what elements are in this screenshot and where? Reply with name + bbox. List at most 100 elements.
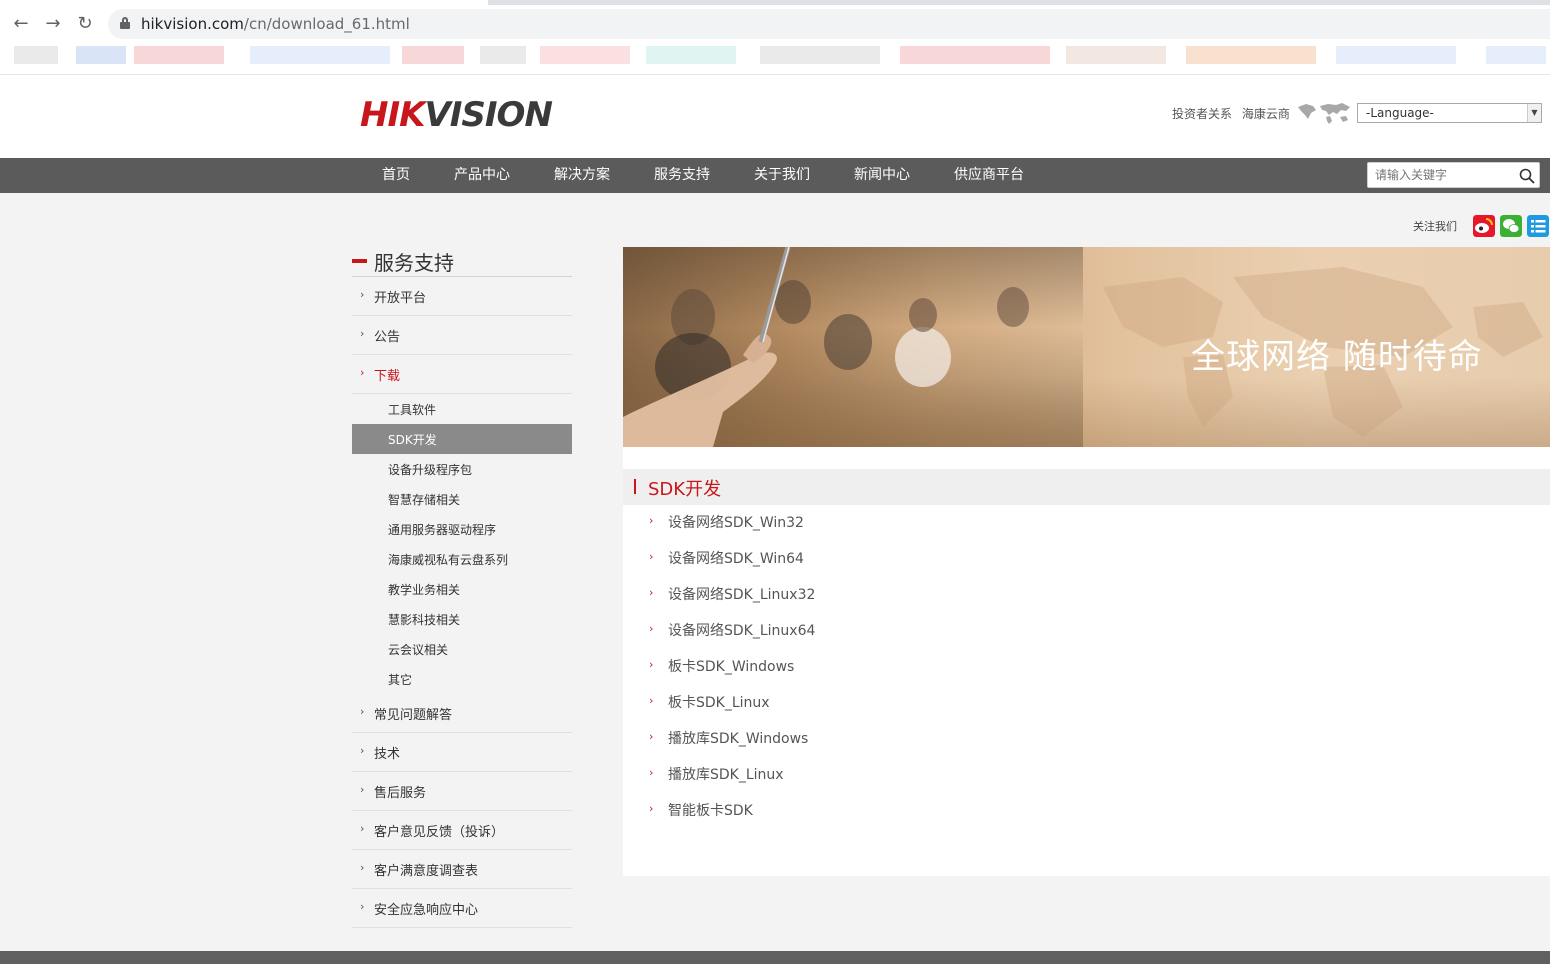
list-icon[interactable]: [1527, 215, 1549, 237]
sidebar-subitem-cloud-meeting[interactable]: 云会议相关: [352, 634, 572, 664]
sidebar-subitem-education[interactable]: 教学业务相关: [352, 574, 572, 604]
sidebar-subitem-other[interactable]: 其它: [352, 664, 572, 694]
chevron-down-icon[interactable]: ▼: [1527, 104, 1541, 122]
language-select[interactable]: -Language- ▼: [1357, 103, 1542, 123]
download-item[interactable]: › 设备网络SDK_Linux64: [623, 618, 1223, 644]
download-item[interactable]: › 设备网络SDK_Win64: [623, 546, 1223, 572]
url-text[interactable]: hikvision.com/cn/download_61.html: [141, 15, 410, 33]
sidebar-item-satisfaction-survey[interactable]: › 客户满意度调查表: [352, 850, 572, 889]
wechat-icon[interactable]: [1500, 215, 1522, 237]
sidebar-title: 服务支持: [352, 244, 572, 277]
sidebar-item-faq[interactable]: › 常见问题解答: [352, 694, 572, 733]
active-tab[interactable]: [0, 0, 488, 5]
sidebar-subitem-label: 智慧存储相关: [388, 493, 461, 507]
download-item-label[interactable]: 设备网络SDK_Linux64: [668, 620, 815, 640]
sidebar-subitem-sdk[interactable]: SDK开发: [352, 424, 572, 454]
address-bar[interactable]: hikvision.com/cn/download_61.html: [108, 9, 1550, 39]
sidebar-item-technology[interactable]: › 技术: [352, 733, 572, 772]
sidebar-item-label: 安全应急响应中心: [374, 903, 479, 918]
bookmark-blurred[interactable]: [1486, 46, 1546, 64]
footer-bar: [0, 951, 1550, 964]
nav-news[interactable]: 新闻中心: [854, 158, 910, 193]
chevron-right-icon: ›: [649, 550, 654, 563]
bookmark-blurred[interactable]: [250, 46, 390, 64]
logo-hik: HIK: [360, 95, 425, 135]
forward-icon[interactable]: →: [41, 12, 65, 36]
nav-solutions[interactable]: 解决方案: [554, 158, 610, 193]
sidebar-item-announcements[interactable]: › 公告: [352, 316, 572, 355]
bookmark-blurred[interactable]: [480, 46, 526, 64]
download-item[interactable]: › 播放库SDK_Windows: [623, 726, 1223, 752]
sidebar-subitem-label: 云会议相关: [388, 643, 449, 657]
back-icon[interactable]: ←: [9, 12, 33, 36]
bookmark-blurred[interactable]: [1186, 46, 1316, 64]
search-box: [1367, 162, 1540, 188]
sidebar-subitem-private-cloud[interactable]: 海康威视私有云盘系列: [352, 544, 572, 574]
investor-relations-link[interactable]: 投资者关系: [1172, 107, 1232, 121]
chevron-right-icon: ›: [360, 822, 365, 835]
sidebar-subitem-server-drivers[interactable]: 通用服务器驱动程序: [352, 514, 572, 544]
search-input[interactable]: [1368, 163, 1513, 187]
bookmark-blurred[interactable]: [760, 46, 880, 64]
bookmark-blurred[interactable]: [540, 46, 630, 64]
sidebar-item-download[interactable]: › 下载: [352, 355, 572, 394]
download-item-label[interactable]: 播放库SDK_Windows: [668, 728, 808, 748]
download-item-label[interactable]: 设备网络SDK_Linux32: [668, 584, 815, 604]
main-nav: 首页 产品中心 解决方案 服务支持 关于我们 新闻中心 供应商平台: [0, 158, 1550, 193]
sidebar-subitem-storage[interactable]: 智慧存储相关: [352, 484, 572, 514]
bookmark-blurred[interactable]: [1336, 46, 1456, 64]
banner-slogan: 全球网络 随时待命: [1191, 337, 1483, 377]
reload-icon[interactable]: ↻: [73, 12, 97, 36]
nav-supplier-platform[interactable]: 供应商平台: [954, 158, 1024, 193]
title-accent-bar: [352, 259, 367, 263]
sidebar-subitem-label: 其它: [388, 673, 413, 687]
sidebar-item-open-platform[interactable]: › 开放平台: [352, 277, 572, 316]
bookmark-blurred[interactable]: [134, 46, 224, 64]
download-item-label[interactable]: 设备网络SDK_Win32: [668, 512, 804, 532]
download-item[interactable]: › 播放库SDK_Linux: [623, 762, 1223, 788]
bookmark-blurred[interactable]: [402, 46, 464, 64]
download-item[interactable]: › 设备网络SDK_Linux32: [623, 582, 1223, 608]
hikvision-store-link[interactable]: 海康云商: [1242, 107, 1290, 121]
chevron-right-icon: ›: [649, 802, 654, 815]
download-item[interactable]: › 设备网络SDK_Win32: [623, 510, 1223, 536]
top-links: 投资者关系 海康云商: [1172, 105, 1296, 122]
sidebar-subitem-label: 教学业务相关: [388, 583, 461, 597]
nav-home[interactable]: 首页: [382, 158, 410, 193]
bookmark-blurred[interactable]: [900, 46, 1050, 64]
sidebar-subitem-huiying[interactable]: 慧影科技相关: [352, 604, 572, 634]
bookmark-blurred[interactable]: [1066, 46, 1166, 64]
download-item-label[interactable]: 播放库SDK_Linux: [668, 764, 784, 784]
sidebar-subitem-firmware[interactable]: 设备升级程序包: [352, 454, 572, 484]
chevron-right-icon: ›: [649, 514, 654, 527]
search-icon[interactable]: [1519, 168, 1535, 184]
bookmark-blurred[interactable]: [646, 46, 736, 64]
bookmark-blurred[interactable]: [14, 46, 58, 64]
logo-vision: VISION: [424, 95, 552, 135]
nav-service-support[interactable]: 服务支持: [654, 158, 710, 193]
site-header: HIKVISION 投资者关系 海康云商 -Language- ▼: [0, 75, 1550, 158]
download-item[interactable]: › 智能板卡SDK: [623, 798, 1223, 824]
sidebar-item-after-sales[interactable]: › 售后服务: [352, 772, 572, 811]
sidebar-item-label: 常见问题解答: [374, 708, 453, 723]
download-item-label[interactable]: 板卡SDK_Windows: [668, 656, 794, 676]
nav-products[interactable]: 产品中心: [454, 158, 510, 193]
language-select-value: -Language-: [1366, 106, 1434, 120]
sidebar-item-security-response[interactable]: › 安全应急响应中心: [352, 889, 572, 928]
download-item-label[interactable]: 智能板卡SDK: [668, 800, 753, 820]
sidebar-subitem-tools[interactable]: 工具软件: [352, 394, 572, 424]
hikvision-logo[interactable]: HIKVISION: [360, 95, 553, 135]
globe-icon[interactable]: [1296, 101, 1352, 125]
sidebar-item-label: 开放平台: [374, 291, 427, 306]
download-item[interactable]: › 板卡SDK_Linux: [623, 690, 1223, 716]
bookmark-blurred[interactable]: [76, 46, 126, 64]
download-item-label[interactable]: 设备网络SDK_Win64: [668, 548, 804, 568]
tab-strip: [0, 0, 1550, 5]
chevron-right-icon: ›: [649, 658, 654, 671]
weibo-icon[interactable]: [1473, 215, 1495, 237]
download-item[interactable]: › 板卡SDK_Windows: [623, 654, 1223, 680]
sidebar-subitem-label: 设备升级程序包: [388, 463, 473, 477]
download-item-label[interactable]: 板卡SDK_Linux: [668, 692, 770, 712]
nav-about-us[interactable]: 关于我们: [754, 158, 810, 193]
sidebar-item-feedback[interactable]: › 客户意见反馈（投诉）: [352, 811, 572, 850]
